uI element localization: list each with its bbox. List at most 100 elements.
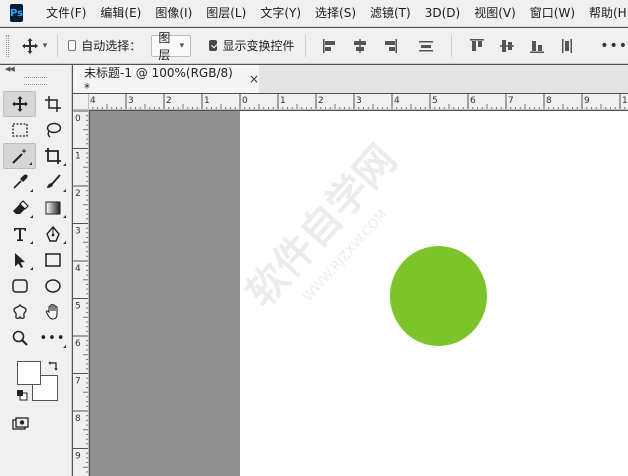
ruler-label: 0 bbox=[75, 114, 81, 124]
ruler-label: 0 bbox=[242, 96, 248, 106]
lasso-icon bbox=[46, 122, 61, 138]
crop-tool[interactable] bbox=[36, 143, 69, 169]
close-icon[interactable]: × bbox=[249, 72, 259, 86]
ruler-label: 7 bbox=[508, 96, 514, 106]
align-left-icon[interactable] bbox=[321, 37, 339, 55]
tool-grid: ••• bbox=[0, 91, 71, 351]
ruler-label: 5 bbox=[75, 302, 81, 312]
artboard-icon bbox=[44, 96, 61, 112]
menu-window[interactable]: 窗口(W) bbox=[523, 0, 582, 27]
ruler-label: 3 bbox=[356, 96, 362, 106]
menu-file[interactable]: 文件(F) bbox=[39, 0, 93, 27]
gradient-icon bbox=[45, 201, 60, 215]
ruler-label: 9 bbox=[584, 96, 590, 106]
type-tool[interactable] bbox=[3, 221, 36, 247]
move-tool-preset-icon[interactable] bbox=[21, 37, 39, 55]
eraser-tool[interactable] bbox=[3, 195, 36, 221]
distribute-horizontal-icon[interactable] bbox=[417, 37, 435, 55]
path-selection-tool[interactable] bbox=[3, 247, 36, 273]
magic-wand-icon bbox=[11, 148, 27, 164]
auto-select-label: 自动选择： bbox=[81, 39, 142, 53]
rectangular-marquee-icon bbox=[11, 123, 28, 137]
menu-select[interactable]: 选择(S) bbox=[308, 0, 363, 27]
foreground-color-swatch[interactable] bbox=[17, 361, 41, 385]
ruler-label: 2 bbox=[318, 96, 324, 106]
pen-icon bbox=[45, 225, 60, 242]
ellipse-icon bbox=[44, 279, 61, 293]
swap-colors-icon[interactable] bbox=[48, 359, 60, 371]
align-right-icon[interactable] bbox=[381, 37, 399, 55]
menu-image[interactable]: 图像(I) bbox=[148, 0, 199, 27]
default-colors-icon[interactable] bbox=[16, 389, 28, 401]
brush-icon bbox=[46, 174, 61, 188]
menu-layer[interactable]: 图层(L) bbox=[199, 0, 253, 27]
tools-panel-grip[interactable] bbox=[24, 77, 47, 85]
chevron-down-icon[interactable]: ▾ bbox=[43, 41, 48, 51]
ruler-label: 8 bbox=[75, 414, 81, 424]
vertical-ruler-ticks: 0 1 2 3 4 5 6 7 8 9 bbox=[73, 110, 88, 473]
color-swatches bbox=[0, 357, 71, 415]
ruler-label: 4 bbox=[394, 96, 400, 106]
menu-bar: Ps 文件(F) 编辑(E) 图像(I) 图层(L) 文字(Y) 选择(S) 滤… bbox=[0, 0, 628, 27]
horizontal-ruler[interactable]: 4321012345678910 bbox=[89, 94, 628, 110]
more-tools-button[interactable]: ••• bbox=[36, 325, 69, 351]
quick-mask-icon[interactable] bbox=[12, 417, 30, 431]
menu-help[interactable]: 帮助(H) bbox=[582, 0, 628, 27]
eyedropper-icon bbox=[12, 174, 27, 189]
zoom-tool[interactable] bbox=[3, 325, 36, 351]
menu-3d[interactable]: 3D(D) bbox=[418, 0, 467, 27]
magic-wand-tool[interactable] bbox=[3, 143, 36, 169]
ellipse-tool[interactable] bbox=[36, 273, 69, 299]
ruler-label: 2 bbox=[75, 189, 81, 199]
artboard-tool[interactable] bbox=[36, 91, 69, 117]
hand-tool[interactable] bbox=[36, 299, 69, 325]
ruler-label: 3 bbox=[128, 96, 134, 106]
eyedropper-tool[interactable] bbox=[3, 169, 36, 195]
align-vertical-center-icon[interactable] bbox=[498, 37, 516, 55]
move-tool[interactable] bbox=[3, 91, 36, 117]
rectangle-tool[interactable] bbox=[36, 247, 69, 273]
green-circle-shape[interactable] bbox=[390, 246, 487, 346]
options-bar-grip[interactable] bbox=[6, 34, 9, 57]
marquee-tool[interactable] bbox=[3, 117, 36, 143]
select-value: 图层 bbox=[158, 30, 171, 62]
menu-type[interactable]: 文字(Y) bbox=[253, 0, 308, 27]
gradient-tool[interactable] bbox=[36, 195, 69, 221]
menu-edit[interactable]: 编辑(E) bbox=[93, 0, 148, 27]
menu-view[interactable]: 视图(V) bbox=[467, 0, 523, 27]
auto-select-target-select[interactable]: 图层 ▾ bbox=[151, 31, 192, 62]
ruler-origin[interactable] bbox=[73, 94, 89, 110]
tools-panel: ◀◀ ••• bbox=[0, 65, 72, 476]
align-buttons bbox=[315, 34, 582, 57]
brush-tool[interactable] bbox=[36, 169, 69, 195]
ruler-label: 1 bbox=[280, 96, 286, 106]
collapse-panel-icon[interactable]: ◀◀ bbox=[5, 65, 15, 73]
more-options-button[interactable]: ••• bbox=[600, 38, 628, 54]
ruler-label: 2 bbox=[166, 96, 172, 106]
align-top-icon[interactable] bbox=[468, 37, 486, 55]
more-tools-label: ••• bbox=[39, 330, 66, 346]
zoom-icon bbox=[12, 330, 28, 346]
align-bottom-icon[interactable] bbox=[528, 37, 546, 55]
document-tab[interactable]: 未标题-1 @ 100%(RGB/8) * × bbox=[73, 65, 259, 95]
menu-filter[interactable]: 滤镜(T) bbox=[363, 0, 418, 27]
show-transform-checkbox[interactable] bbox=[209, 40, 218, 51]
vertical-ruler[interactable]: 0 1 2 3 4 5 6 7 8 9 bbox=[73, 110, 89, 476]
horizontal-ruler-ticks: 4321012345678910 bbox=[90, 94, 628, 109]
show-transform-label: 显示变换控件 bbox=[222, 39, 295, 53]
hand-icon bbox=[45, 303, 58, 320]
menu-items: 文件(F) 编辑(E) 图像(I) 图层(L) 文字(Y) 选择(S) 滤镜(T… bbox=[39, 0, 628, 27]
rounded-rectangle-icon bbox=[11, 279, 28, 293]
document-canvas[interactable] bbox=[240, 111, 628, 476]
align-horizontal-center-icon[interactable] bbox=[351, 37, 369, 55]
custom-shape-tool[interactable] bbox=[3, 299, 36, 325]
photoshop-logo: Ps bbox=[10, 4, 24, 22]
ruler-label: 4 bbox=[75, 264, 81, 274]
document-tab-title: 未标题-1 @ 100%(RGB/8) * bbox=[84, 65, 233, 95]
ruler-label: 4 bbox=[90, 96, 96, 106]
distribute-vertical-icon[interactable] bbox=[558, 37, 576, 55]
pen-tool[interactable] bbox=[36, 221, 69, 247]
rounded-rectangle-tool[interactable] bbox=[3, 273, 36, 299]
auto-select-checkbox[interactable] bbox=[67, 40, 77, 51]
lasso-tool[interactable] bbox=[36, 117, 69, 143]
